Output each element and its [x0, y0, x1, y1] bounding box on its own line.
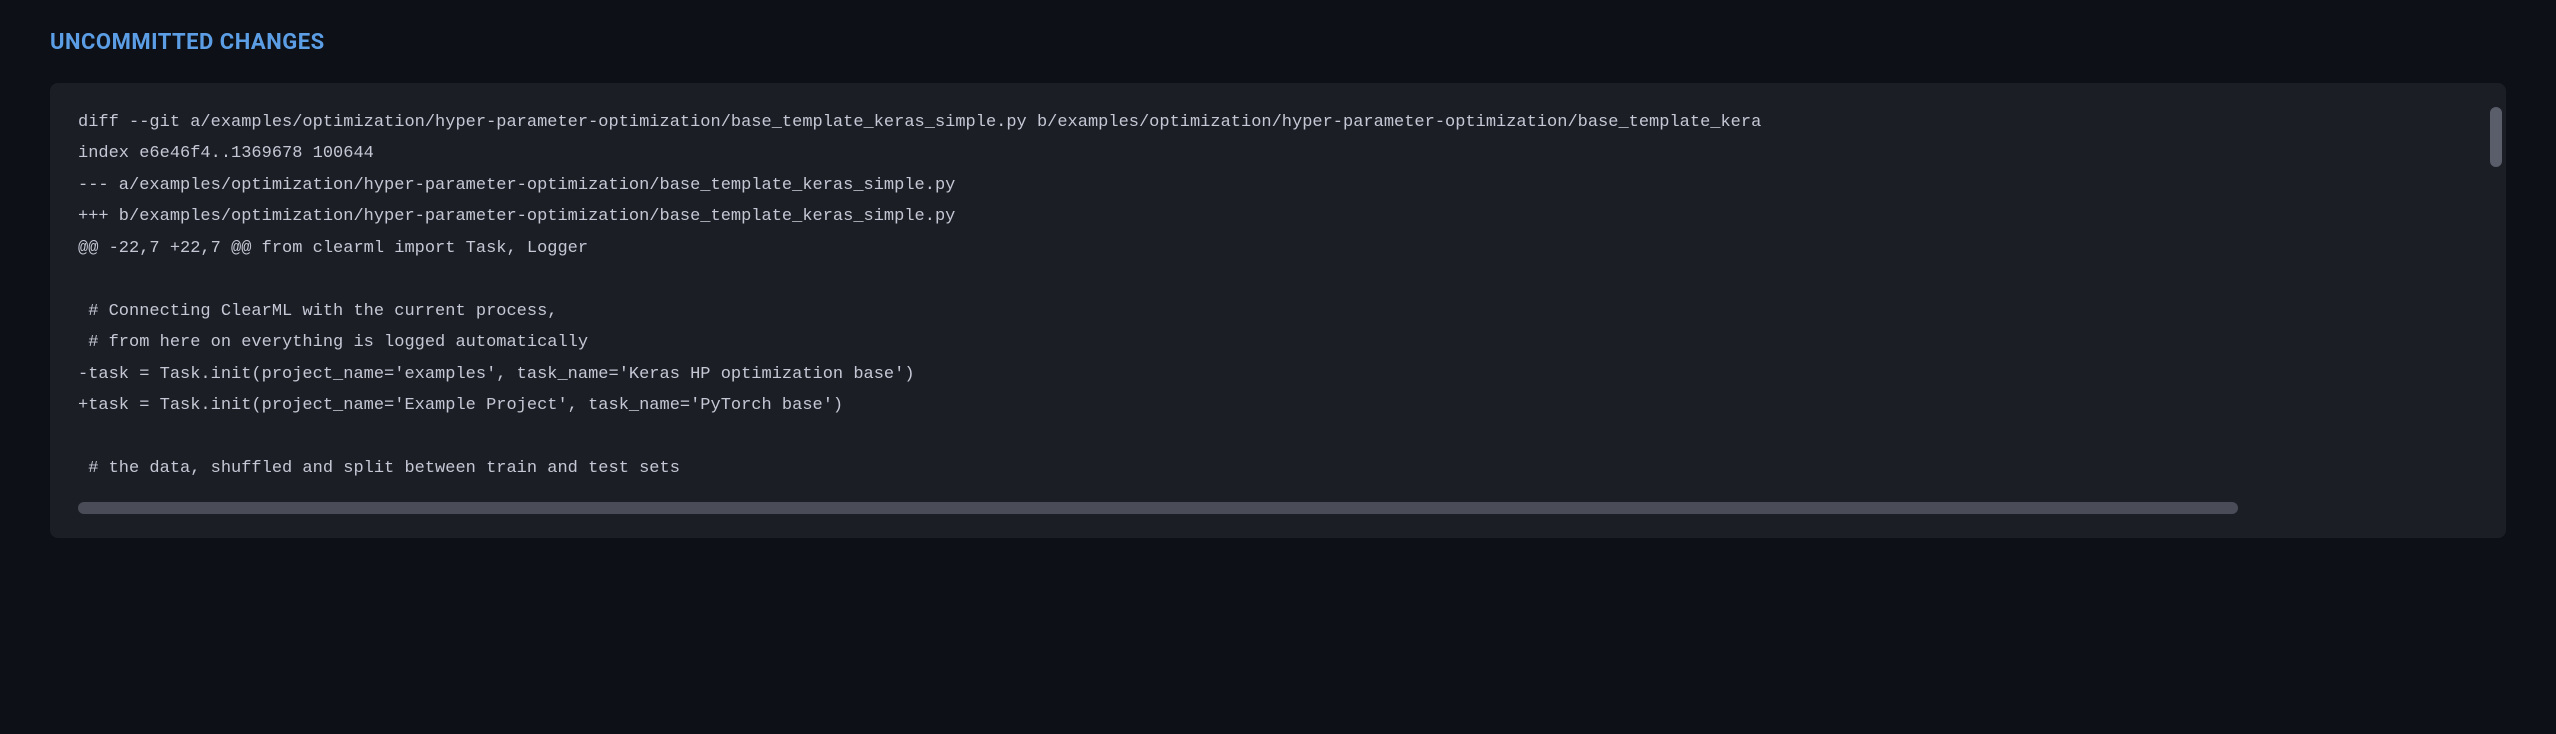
diff-line: # Connecting ClearML with the current pr… [78, 302, 557, 321]
diff-line: # from here on everything is logged auto… [78, 333, 588, 352]
diff-line: @@ -22,7 +22,7 @@ from clearml import Ta… [78, 239, 588, 258]
diff-content[interactable]: diff --git a/examples/optimization/hyper… [78, 107, 2478, 484]
section-title: UNCOMMITTED CHANGES [50, 30, 2506, 55]
horizontal-scrollbar[interactable] [78, 502, 2238, 514]
diff-line: +++ b/examples/optimization/hyper-parame… [78, 207, 955, 226]
vertical-scrollbar[interactable] [2490, 107, 2502, 167]
diff-line: --- a/examples/optimization/hyper-parame… [78, 176, 955, 195]
diff-line: -task = Task.init(project_name='examples… [78, 365, 915, 384]
diff-panel: diff --git a/examples/optimization/hyper… [50, 83, 2506, 538]
diff-line: +task = Task.init(project_name='Example … [78, 396, 843, 415]
uncommitted-changes-section: UNCOMMITTED CHANGES diff --git a/example… [50, 30, 2506, 538]
diff-content-wrapper: diff --git a/examples/optimization/hyper… [78, 107, 2478, 484]
diff-line: index e6e46f4..1369678 100644 [78, 144, 374, 163]
diff-line: diff --git a/examples/optimization/hyper… [78, 113, 1761, 132]
diff-line: # the data, shuffled and split between t… [78, 459, 680, 478]
